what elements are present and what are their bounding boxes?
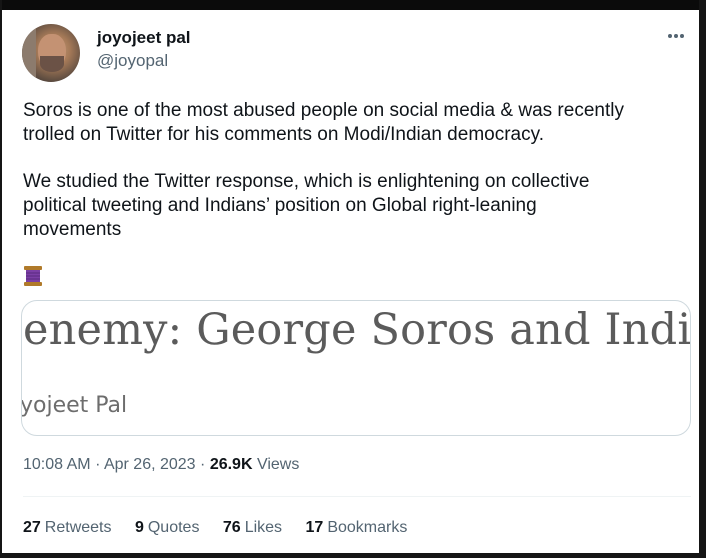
tweet-text-line: We studied the Twitter response, which i…	[23, 171, 590, 192]
divider	[23, 496, 691, 497]
meta-separator: ·	[95, 456, 101, 473]
likes-label: Likes	[244, 519, 283, 536]
tweet-text-line: political tweeting and Indians’ position…	[23, 195, 537, 216]
likes-stat[interactable]: 76 Likes	[223, 519, 282, 537]
likes-count: 76	[222, 519, 241, 536]
bookmarks-count: 17	[305, 519, 324, 536]
tweet-card: joyojeet pal @joyopal Soros is one of th…	[2, 10, 699, 553]
top-frame-bar	[0, 0, 706, 10]
quotes-count: 9	[134, 519, 144, 536]
retweets-count: 27	[23, 519, 41, 536]
tweet-meta: 10:08 AM · Apr 26, 2023 · 26.9K Views	[23, 456, 299, 474]
retweets-label: Retweets	[44, 519, 112, 536]
tweet-text-line: Soros is one of the most abused people o…	[23, 100, 624, 121]
bookmarks-label: Bookmarks	[327, 519, 408, 536]
more-options-button[interactable]	[662, 24, 690, 48]
right-frame-bar	[699, 0, 706, 558]
user-handle[interactable]: @joyopal	[97, 51, 168, 71]
card-author: yojeet Pal	[21, 393, 128, 418]
tweet-paragraph-2: We studied the Twitter response, which i…	[23, 170, 589, 242]
user-display-name[interactable]: joyojeet pal	[97, 28, 191, 48]
meta-separator: ·	[200, 456, 206, 473]
views-count: 26.9K	[209, 456, 253, 473]
views-label: Views	[256, 456, 300, 473]
avatar-background	[22, 24, 36, 82]
quotes-label: Quotes	[147, 519, 200, 536]
more-dots-icon	[668, 34, 684, 38]
tweet-text-line: movements	[23, 219, 122, 240]
avatar-beard	[40, 56, 64, 72]
engagement-stats: 27 Retweets 9 Quotes 76 Likes 17 Bookmarks	[23, 519, 426, 537]
tweet-time[interactable]: 10:08 AM	[23, 456, 91, 473]
spool-of-thread-icon	[23, 265, 43, 287]
tweet-paragraph-1: Soros is one of the most abused people o…	[23, 99, 624, 147]
bookmarks-stat[interactable]: 17 Bookmarks	[306, 519, 408, 537]
card-headline: enemy: George Soros and India	[23, 305, 691, 355]
bottom-frame-bar	[0, 553, 706, 558]
retweets-stat[interactable]: 27 Retweets	[23, 519, 112, 537]
link-preview-card[interactable]: enemy: George Soros and India yojeet Pal	[21, 300, 691, 436]
tweet-text-line: trolled on Twitter for his comments on M…	[23, 124, 544, 145]
tweet-date[interactable]: Apr 26, 2023	[104, 456, 196, 473]
avatar[interactable]	[22, 24, 80, 82]
quotes-stat[interactable]: 9 Quotes	[135, 519, 200, 537]
